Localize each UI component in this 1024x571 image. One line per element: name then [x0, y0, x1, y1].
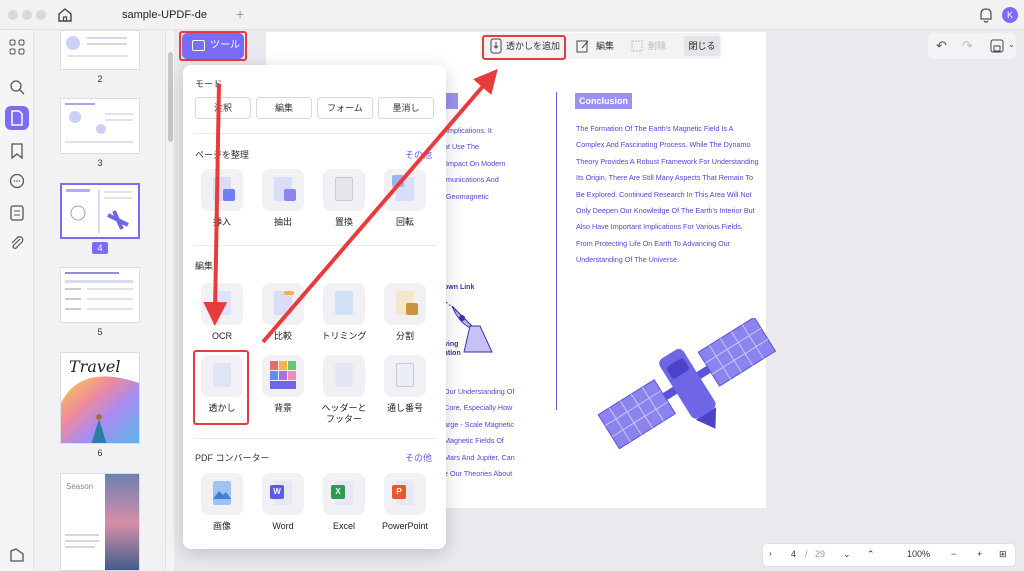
view-mode-icon[interactable]: ⊞ — [999, 549, 1007, 560]
total-pages: 29 — [815, 549, 826, 559]
arrow-down-to-watermark — [203, 83, 228, 326]
next-page-icon[interactable]: ⌄ — [843, 549, 851, 560]
page-navigation-bar: › 4 / 29 ⌄ ⌃ 100% − + ⊞ — [762, 543, 1016, 567]
zoom-out-icon[interactable]: − — [951, 549, 956, 559]
prev-page-icon[interactable]: ⌃ — [867, 549, 875, 560]
current-page-input[interactable]: 4 — [791, 549, 796, 559]
zoom-in-icon[interactable]: + — [977, 549, 982, 559]
annotation-arrows — [203, 68, 498, 344]
arrow-to-add-watermark — [261, 68, 498, 344]
zoom-level[interactable]: 100% — [907, 549, 930, 559]
page-separator: / — [805, 549, 808, 559]
chevron-right-icon[interactable]: › — [769, 549, 772, 558]
